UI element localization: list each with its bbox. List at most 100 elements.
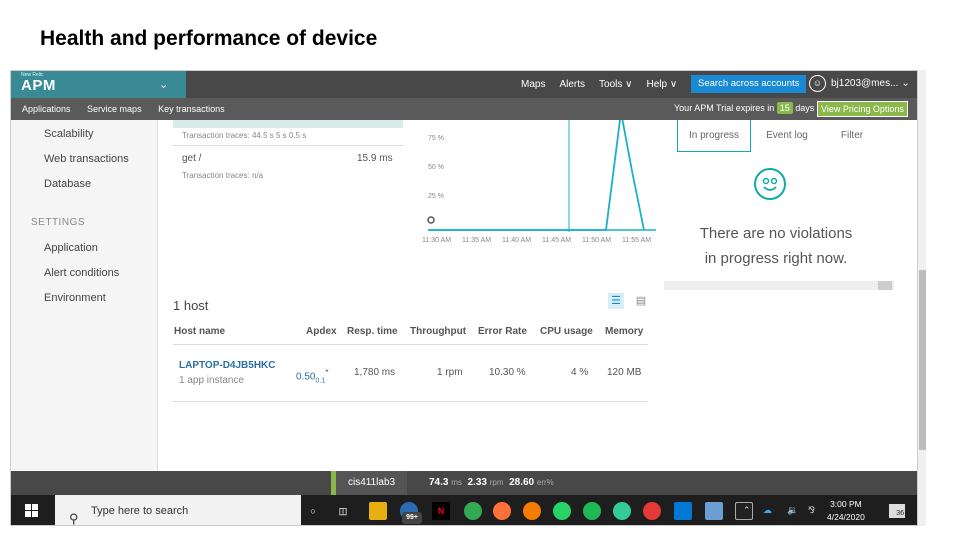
- smiley-icon: [754, 168, 786, 200]
- search-icon: ⚲: [69, 511, 79, 526]
- clock-date: 4/24/2020: [827, 512, 865, 522]
- table-header-divider: [173, 344, 648, 345]
- page-vscrollbar[interactable]: [918, 70, 926, 526]
- task-view-icon[interactable]: ◫: [334, 502, 352, 520]
- nav-tools[interactable]: Tools ∨: [592, 79, 639, 90]
- user-menu[interactable]: ☺ bj1203@mes... ⌄: [809, 75, 910, 92]
- x-tick-label: 11:55 AM: [622, 237, 651, 244]
- notepad-icon[interactable]: [705, 502, 723, 520]
- panel-hscrollbar[interactable]: [664, 281, 894, 290]
- col-throughput[interactable]: Throughput: [410, 326, 466, 337]
- apm-brand-area[interactable]: New Relic APM ⌄: [11, 71, 186, 98]
- subnav-applications[interactable]: Applications: [22, 104, 71, 114]
- nav-alerts[interactable]: Alerts: [552, 79, 592, 90]
- netflix-icon[interactable]: N: [432, 502, 450, 520]
- status-bar: cis411lab3 74.3 ms 2.33 rpm 28.60 err%: [11, 471, 917, 495]
- volume-icon[interactable]: 🔉: [787, 505, 798, 516]
- taskbar-search-placeholder: Type here to search: [91, 505, 189, 517]
- col-error-rate[interactable]: Error Rate: [478, 326, 527, 337]
- top-bar: New Relic APM ⌄ Maps Alerts Tools ∨ Help…: [11, 71, 917, 98]
- trial-suffix: days: [795, 103, 815, 113]
- sidebar: Scalability Web transactions Database SE…: [11, 120, 158, 470]
- app-icon[interactable]: [523, 502, 541, 520]
- cortana-icon[interactable]: ○: [304, 502, 322, 520]
- chart-view-icon[interactable]: ▤: [633, 293, 649, 309]
- violations-tabs: In progress Event log Filter: [677, 120, 867, 154]
- nav-maps[interactable]: Maps: [514, 79, 552, 90]
- col-cpu-usage[interactable]: CPU usage: [540, 326, 593, 337]
- user-avatar-icon: ☺: [809, 75, 826, 92]
- subnav-key-transactions[interactable]: Key transactions: [158, 104, 225, 114]
- no-violations-line1: There are no violations: [699, 225, 853, 242]
- tray-chevron-icon[interactable]: ⌃: [743, 505, 751, 516]
- apdex-value: 0.500.1*: [296, 367, 329, 385]
- network-icon[interactable]: ⅋: [808, 505, 815, 516]
- vscode-icon[interactable]: [674, 502, 692, 520]
- no-violations-line2: in progress right now.: [704, 250, 848, 267]
- table-row-divider: [173, 401, 648, 402]
- chrome-profile-icon[interactable]: [613, 502, 631, 520]
- tab-in-progress[interactable]: In progress: [677, 120, 751, 152]
- resp-time-value: 1,780 ms: [354, 367, 396, 378]
- nav-help[interactable]: Help ∨: [639, 79, 684, 90]
- view-pricing-button[interactable]: View Pricing Options: [817, 101, 908, 117]
- notification-count: 36: [896, 510, 904, 517]
- transaction-name[interactable]: get /: [182, 153, 201, 164]
- notifications-icon[interactable]: 36: [889, 504, 905, 518]
- taskbar-search-input[interactable]: ⚲ Type here to search: [55, 495, 301, 526]
- hosts-title: 1 host: [173, 298, 209, 313]
- whatsapp-icon[interactable]: [553, 502, 571, 520]
- col-memory[interactable]: Memory: [605, 326, 643, 337]
- chevron-down-icon[interactable]: ⌄: [159, 78, 168, 91]
- tab-event-log[interactable]: Event log: [753, 120, 821, 152]
- onedrive-icon[interactable]: ☁: [763, 505, 772, 516]
- status-metrics: 74.3 ms 2.33 rpm 28.60 err%: [429, 477, 554, 488]
- host-instances: 1 app instance: [179, 375, 245, 386]
- tab-filter[interactable]: Filter: [823, 120, 881, 152]
- trial-days-badge: 15: [776, 102, 793, 114]
- slide-title: Health and performance of device: [40, 27, 378, 50]
- y-tick-label: 25 %: [428, 193, 444, 200]
- sidebar-settings-heading: SETTINGS: [31, 217, 86, 228]
- file-explorer-icon[interactable]: [369, 502, 387, 520]
- sidebar-item-database[interactable]: Database: [44, 178, 91, 190]
- subnav-service-maps[interactable]: Service maps: [87, 104, 142, 114]
- sub-bar: Applications Service maps Key transactio…: [11, 98, 917, 120]
- status-app-name[interactable]: cis411lab3: [336, 471, 408, 495]
- sidebar-item-environment[interactable]: Environment: [44, 292, 106, 304]
- sidebar-item-alert-conditions[interactable]: Alert conditions: [44, 267, 119, 279]
- error-rate-value: 10.30 %: [489, 367, 526, 378]
- taskbar-clock[interactable]: 3:00 PM 4/24/2020: [827, 498, 865, 524]
- chrome-icon[interactable]: [464, 502, 482, 520]
- top-nav: Maps Alerts Tools ∨ Help ∨: [514, 71, 684, 98]
- x-tick-label: 11:45 AM: [542, 237, 571, 244]
- browser-screen: New Relic APM ⌄ Maps Alerts Tools ∨ Help…: [10, 70, 918, 526]
- brand-logo: APM: [21, 77, 56, 94]
- windows-taskbar: ⚲ Type here to search ○ ◫ 99+ N ⌃ ☁ 🔉 ⅋ …: [11, 495, 917, 526]
- page-vscroll-thumb[interactable]: [919, 270, 926, 450]
- memory-value: 120 MB: [607, 367, 642, 378]
- clock-time: 3:00 PM: [830, 499, 862, 509]
- spotify-icon[interactable]: [583, 502, 601, 520]
- mail-badge: 99+: [402, 512, 422, 524]
- no-violations-message: There are no violations in progress righ…: [671, 221, 881, 271]
- col-resp-time[interactable]: Resp. time: [347, 326, 398, 337]
- x-tick-label: 11:30 AM: [422, 237, 451, 244]
- chevron-down-icon: ⌄: [901, 78, 910, 89]
- throughput-chart: 75 % 50 % 25 % 11:30 AM 11:35 AM 11:40 AM 11:4…: [422, 120, 656, 244]
- cpu-usage-value: 4 %: [571, 367, 589, 378]
- list-view-icon[interactable]: ☰: [608, 293, 624, 309]
- search-accounts-button[interactable]: Search across accounts: [691, 75, 807, 93]
- col-host-name[interactable]: Host name: [174, 326, 225, 337]
- host-name-link[interactable]: LAPTOP-D4JB5HKC: [179, 360, 276, 371]
- transaction-row-highlight: [173, 120, 403, 128]
- windows-start-icon[interactable]: [25, 504, 39, 518]
- firefox-icon[interactable]: [493, 502, 511, 520]
- y-tick-label: 75 %: [428, 135, 444, 142]
- sidebar-item-scalability[interactable]: Scalability: [44, 128, 94, 140]
- y-tick-label: 50 %: [428, 164, 444, 171]
- col-apdex[interactable]: Apdex: [306, 326, 337, 337]
- sidebar-item-web-transactions[interactable]: Web transactions: [44, 153, 129, 165]
- sidebar-item-application[interactable]: Application: [44, 242, 98, 254]
- chrome-profile-2-icon[interactable]: [643, 502, 661, 520]
